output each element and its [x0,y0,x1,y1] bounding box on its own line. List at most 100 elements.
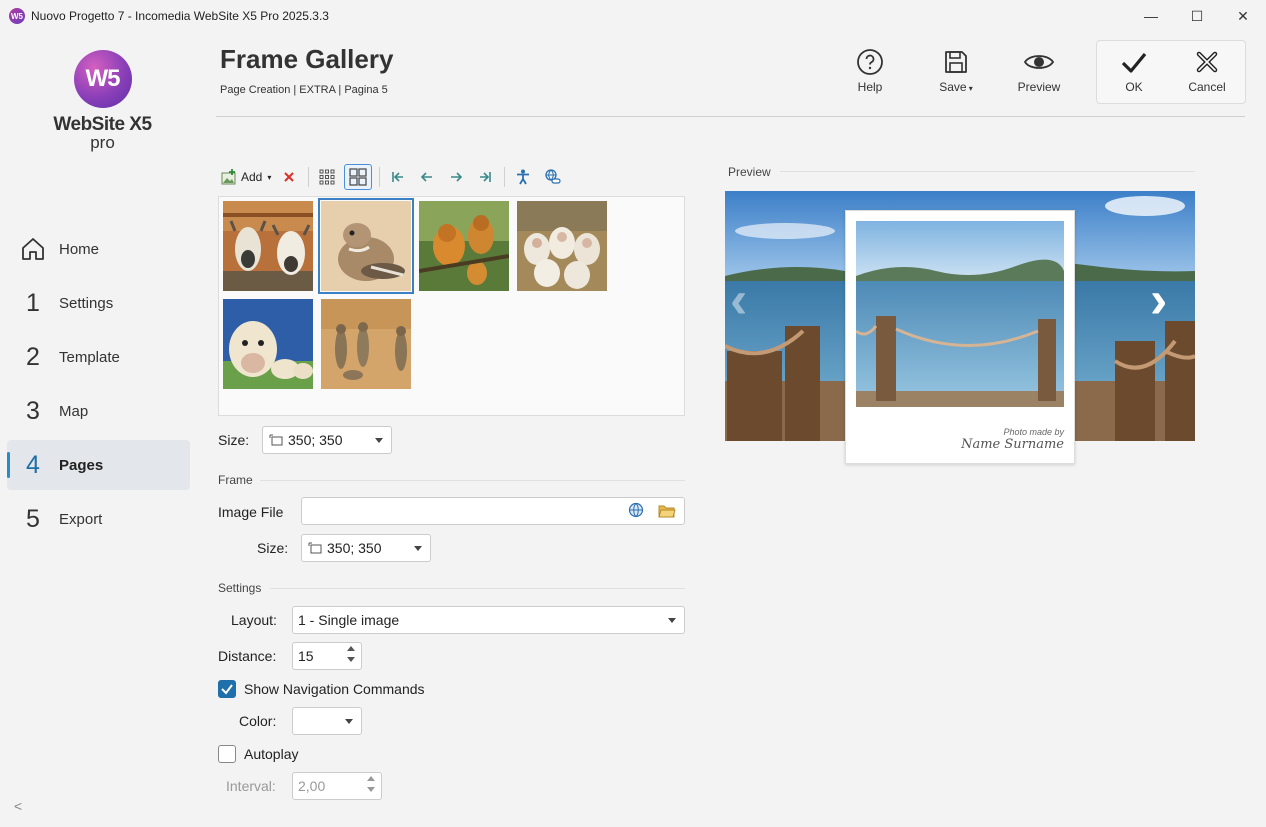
distance-stepper[interactable]: 15 [292,642,362,670]
sidebar-item-template[interactable]: 2 Template [7,332,190,382]
ok-label: OK [1125,80,1143,94]
resize-icon [269,434,283,446]
toolbar-separator [504,167,506,187]
home-icon [7,236,59,262]
frame-section-title: Frame [218,473,253,487]
sidebar-item-label: Settings [59,294,114,312]
toolbar-separator [379,167,381,187]
cancel-button[interactable]: Cancel [1172,48,1242,94]
thumbnail-goats[interactable] [223,201,313,291]
page-title: Frame Gallery [220,44,394,74]
sidebar-item-map[interactable]: 3 Map [7,386,190,436]
interval-label: Interval: [226,778,276,794]
sidebar-item-pages[interactable]: 4 Pages [7,440,190,490]
add-label: Add [241,170,263,184]
frame-size-select[interactable]: 350; 350 [301,534,431,562]
settings-section-title: Settings [218,581,262,595]
web-globe-icon[interactable] [628,502,646,520]
color-label: Color: [239,713,277,729]
increment-icon[interactable] [347,646,355,651]
save-icon [945,51,967,73]
layout-select[interactable]: 1 - Single image [292,606,685,634]
sidebar-item-label: Home [59,240,100,258]
autoplay-checkbox[interactable] [218,745,236,763]
move-first-icon[interactable] [386,165,410,189]
sidebar-item-export[interactable]: 5 Export [7,494,190,544]
save-button[interactable]: Save ▾ [921,48,991,94]
distance-value: 15 [298,648,314,664]
sidebar-item-settings[interactable]: 1 Settings [7,278,190,328]
small-grid-icon[interactable] [315,165,339,189]
help-label: Help [857,80,883,94]
preview-section-title: Preview [728,165,771,179]
maximize-button[interactable]: ☐ [1174,0,1220,32]
sidebar-item-label: Template [59,348,120,366]
accessibility-icon[interactable] [511,165,535,189]
thumbnail-sheep[interactable] [517,201,607,291]
layout-value: 1 - Single image [298,612,400,628]
preview-label: Preview [1017,80,1061,94]
thumbnail-ground-squirrel[interactable] [318,198,414,294]
interval-stepper[interactable]: 2,00 [292,772,382,800]
minimize-button[interactable]: — [1128,0,1174,32]
preview-button[interactable]: Preview [1004,48,1074,94]
cancel-icon [1196,51,1218,73]
thumbnail-cows[interactable] [223,299,313,389]
size-value: 350; 350 [288,432,343,448]
move-last-icon[interactable] [473,165,497,189]
next-arrow-icon[interactable]: › [1150,274,1167,326]
logo-edition: pro [90,133,115,152]
help-button[interactable]: Help [835,48,905,94]
step-number: 3 [26,396,40,425]
chevron-down-icon[interactable]: ▾ [267,173,271,182]
step-number: 4 [26,450,40,479]
chevron-down-icon: ▾ [966,84,973,93]
frame-size-label: Size: [257,540,289,556]
cancel-label: Cancel [1188,80,1226,94]
resize-icon [308,542,322,554]
link-icon[interactable] [540,165,564,189]
show-navigation-checkbox[interactable] [218,680,236,698]
large-grid-icon[interactable] [344,164,373,190]
delete-icon[interactable] [277,165,301,189]
ok-button[interactable]: OK [1099,48,1169,94]
chevron-down-icon [375,438,383,443]
layout-label: Layout: [231,612,277,628]
toolbar-separator [308,167,310,187]
image-file-field[interactable] [301,497,685,525]
close-window-button[interactable]: ✕ [1220,0,1266,32]
section-divider [270,588,685,589]
add-image-icon [221,169,236,185]
move-right-icon[interactable] [444,165,468,189]
distance-label: Distance: [218,648,277,664]
chevron-down-icon [668,618,676,623]
sidebar-item-label: Map [59,402,89,420]
size-label: Size: [218,432,250,448]
move-left-icon[interactable] [415,165,439,189]
chevron-down-icon [414,546,422,551]
title-bar: W5 Nuovo Progetto 7 - Incomedia WebSite … [0,0,1266,32]
caption-signature: Name Surname [961,437,1064,452]
frame-size-value: 350; 350 [327,540,382,556]
section-divider [260,480,685,481]
sidebar-item-home[interactable]: Home [7,224,190,274]
thumbnail-size-select[interactable]: 350; 350 [262,426,392,454]
sidebar-item-label: Export [59,510,103,528]
interval-value: 2,00 [298,778,326,794]
help-icon [857,49,883,75]
prev-arrow-icon[interactable]: ‹ [730,274,747,326]
sidebar-nav: Home 1 Settings 2 Template 3 Map 4 Pages… [7,224,190,548]
collapse-sidebar-button[interactable]: < [14,798,22,814]
autoplay-label: Autoplay [244,746,299,762]
thumbnail-monkeys[interactable] [418,201,510,291]
add-image-button[interactable]: Add ▾ [220,165,271,189]
step-number: 2 [26,342,40,371]
folder-open-icon[interactable] [658,503,676,519]
sidebar-item-label: Pages [59,456,104,474]
checkmark-icon [221,684,233,695]
eye-icon [1023,55,1055,69]
thumbnail-meerkats[interactable] [321,299,411,389]
color-picker[interactable] [292,707,362,735]
step-number: 5 [26,504,40,533]
decrement-icon[interactable] [347,657,355,662]
